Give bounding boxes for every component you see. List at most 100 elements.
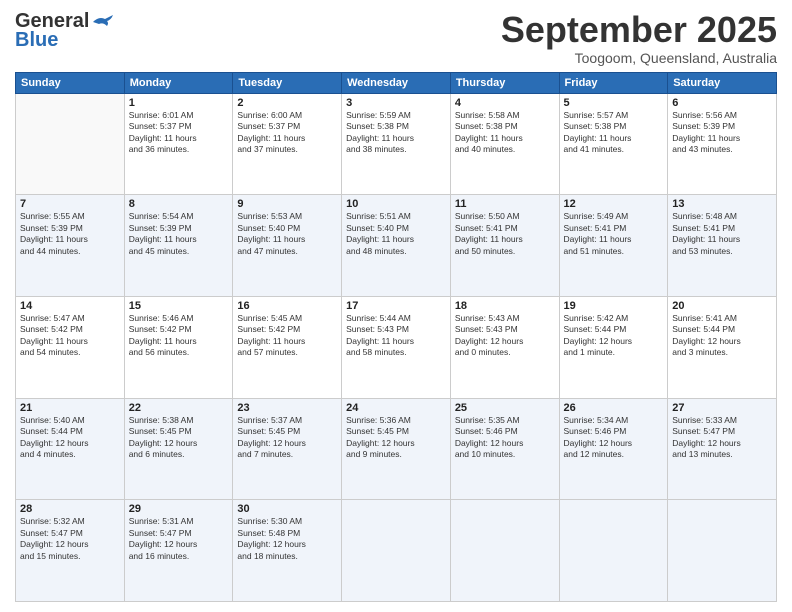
calendar-cell: 13Sunrise: 5:48 AMSunset: 5:41 PMDayligh…: [668, 195, 777, 297]
day-info: Sunrise: 5:58 AMSunset: 5:38 PMDaylight:…: [455, 110, 555, 156]
day-number: 18: [455, 300, 555, 312]
day-info: Sunrise: 5:32 AMSunset: 5:47 PMDaylight:…: [20, 516, 120, 562]
day-info: Sunrise: 5:59 AMSunset: 5:38 PMDaylight:…: [346, 110, 446, 156]
calendar-cell: 21Sunrise: 5:40 AMSunset: 5:44 PMDayligh…: [16, 398, 125, 500]
calendar-header-row: Sunday Monday Tuesday Wednesday Thursday…: [16, 72, 777, 93]
day-number: 22: [129, 402, 229, 414]
calendar-cell: [668, 500, 777, 602]
calendar-week-row: 7Sunrise: 5:55 AMSunset: 5:39 PMDaylight…: [16, 195, 777, 297]
month-title: September 2025: [501, 10, 777, 50]
day-info: Sunrise: 5:55 AMSunset: 5:39 PMDaylight:…: [20, 211, 120, 257]
calendar-week-row: 21Sunrise: 5:40 AMSunset: 5:44 PMDayligh…: [16, 398, 777, 500]
day-number: 1: [129, 97, 229, 109]
calendar-cell: 26Sunrise: 5:34 AMSunset: 5:46 PMDayligh…: [559, 398, 668, 500]
calendar-week-row: 14Sunrise: 5:47 AMSunset: 5:42 PMDayligh…: [16, 296, 777, 398]
calendar-cell: 20Sunrise: 5:41 AMSunset: 5:44 PMDayligh…: [668, 296, 777, 398]
calendar-cell: 8Sunrise: 5:54 AMSunset: 5:39 PMDaylight…: [124, 195, 233, 297]
day-number: 17: [346, 300, 446, 312]
calendar-cell: 1Sunrise: 6:01 AMSunset: 5:37 PMDaylight…: [124, 93, 233, 195]
day-number: 9: [237, 198, 337, 210]
day-info: Sunrise: 6:00 AMSunset: 5:37 PMDaylight:…: [237, 110, 337, 156]
day-info: Sunrise: 5:47 AMSunset: 5:42 PMDaylight:…: [20, 313, 120, 359]
calendar-cell: 3Sunrise: 5:59 AMSunset: 5:38 PMDaylight…: [342, 93, 451, 195]
day-number: 26: [564, 402, 664, 414]
day-number: 23: [237, 402, 337, 414]
day-info: Sunrise: 5:31 AMSunset: 5:47 PMDaylight:…: [129, 516, 229, 562]
day-info: Sunrise: 5:48 AMSunset: 5:41 PMDaylight:…: [672, 211, 772, 257]
calendar-cell: 17Sunrise: 5:44 AMSunset: 5:43 PMDayligh…: [342, 296, 451, 398]
day-number: 16: [237, 300, 337, 312]
day-number: 28: [20, 503, 120, 515]
header: General Blue September 2025 Toogoom, Que…: [15, 10, 777, 66]
calendar-cell: 6Sunrise: 5:56 AMSunset: 5:39 PMDaylight…: [668, 93, 777, 195]
day-info: Sunrise: 5:30 AMSunset: 5:48 PMDaylight:…: [237, 516, 337, 562]
col-saturday: Saturday: [668, 72, 777, 93]
day-info: Sunrise: 5:43 AMSunset: 5:43 PMDaylight:…: [455, 313, 555, 359]
day-number: 2: [237, 97, 337, 109]
col-monday: Monday: [124, 72, 233, 93]
calendar-cell: 19Sunrise: 5:42 AMSunset: 5:44 PMDayligh…: [559, 296, 668, 398]
calendar-cell: 14Sunrise: 5:47 AMSunset: 5:42 PMDayligh…: [16, 296, 125, 398]
day-number: 6: [672, 97, 772, 109]
calendar-cell: 7Sunrise: 5:55 AMSunset: 5:39 PMDaylight…: [16, 195, 125, 297]
day-number: 14: [20, 300, 120, 312]
day-number: 10: [346, 198, 446, 210]
day-info: Sunrise: 5:50 AMSunset: 5:41 PMDaylight:…: [455, 211, 555, 257]
day-info: Sunrise: 5:53 AMSunset: 5:40 PMDaylight:…: [237, 211, 337, 257]
calendar-cell: 23Sunrise: 5:37 AMSunset: 5:45 PMDayligh…: [233, 398, 342, 500]
calendar-cell: 30Sunrise: 5:30 AMSunset: 5:48 PMDayligh…: [233, 500, 342, 602]
calendar-cell: 15Sunrise: 5:46 AMSunset: 5:42 PMDayligh…: [124, 296, 233, 398]
calendar-cell: 12Sunrise: 5:49 AMSunset: 5:41 PMDayligh…: [559, 195, 668, 297]
day-number: 13: [672, 198, 772, 210]
day-info: Sunrise: 5:56 AMSunset: 5:39 PMDaylight:…: [672, 110, 772, 156]
calendar-cell: [342, 500, 451, 602]
calendar-week-row: 1Sunrise: 6:01 AMSunset: 5:37 PMDaylight…: [16, 93, 777, 195]
day-number: 30: [237, 503, 337, 515]
col-friday: Friday: [559, 72, 668, 93]
calendar-cell: [559, 500, 668, 602]
day-number: 21: [20, 402, 120, 414]
day-number: 15: [129, 300, 229, 312]
day-info: Sunrise: 5:35 AMSunset: 5:46 PMDaylight:…: [455, 415, 555, 461]
title-block: September 2025 Toogoom, Queensland, Aust…: [501, 10, 777, 66]
calendar-cell: 2Sunrise: 6:00 AMSunset: 5:37 PMDaylight…: [233, 93, 342, 195]
day-info: Sunrise: 5:41 AMSunset: 5:44 PMDaylight:…: [672, 313, 772, 359]
day-info: Sunrise: 5:44 AMSunset: 5:43 PMDaylight:…: [346, 313, 446, 359]
col-thursday: Thursday: [450, 72, 559, 93]
day-info: Sunrise: 5:51 AMSunset: 5:40 PMDaylight:…: [346, 211, 446, 257]
calendar-cell: 18Sunrise: 5:43 AMSunset: 5:43 PMDayligh…: [450, 296, 559, 398]
day-number: 29: [129, 503, 229, 515]
calendar-week-row: 28Sunrise: 5:32 AMSunset: 5:47 PMDayligh…: [16, 500, 777, 602]
page: General Blue September 2025 Toogoom, Que…: [0, 0, 792, 612]
day-number: 11: [455, 198, 555, 210]
calendar-table: Sunday Monday Tuesday Wednesday Thursday…: [15, 72, 777, 602]
day-info: Sunrise: 5:38 AMSunset: 5:45 PMDaylight:…: [129, 415, 229, 461]
day-info: Sunrise: 5:34 AMSunset: 5:46 PMDaylight:…: [564, 415, 664, 461]
day-info: Sunrise: 5:54 AMSunset: 5:39 PMDaylight:…: [129, 211, 229, 257]
logo-bird-icon: [91, 14, 113, 30]
calendar-cell: 24Sunrise: 5:36 AMSunset: 5:45 PMDayligh…: [342, 398, 451, 500]
day-number: 7: [20, 198, 120, 210]
day-info: Sunrise: 6:01 AMSunset: 5:37 PMDaylight:…: [129, 110, 229, 156]
calendar-cell: 25Sunrise: 5:35 AMSunset: 5:46 PMDayligh…: [450, 398, 559, 500]
day-number: 5: [564, 97, 664, 109]
calendar-cell: 4Sunrise: 5:58 AMSunset: 5:38 PMDaylight…: [450, 93, 559, 195]
calendar-cell: 28Sunrise: 5:32 AMSunset: 5:47 PMDayligh…: [16, 500, 125, 602]
day-info: Sunrise: 5:46 AMSunset: 5:42 PMDaylight:…: [129, 313, 229, 359]
day-info: Sunrise: 5:57 AMSunset: 5:38 PMDaylight:…: [564, 110, 664, 156]
day-info: Sunrise: 5:33 AMSunset: 5:47 PMDaylight:…: [672, 415, 772, 461]
day-number: 19: [564, 300, 664, 312]
calendar-cell: 29Sunrise: 5:31 AMSunset: 5:47 PMDayligh…: [124, 500, 233, 602]
calendar-cell: 9Sunrise: 5:53 AMSunset: 5:40 PMDaylight…: [233, 195, 342, 297]
day-info: Sunrise: 5:45 AMSunset: 5:42 PMDaylight:…: [237, 313, 337, 359]
day-number: 8: [129, 198, 229, 210]
calendar-cell: [450, 500, 559, 602]
col-wednesday: Wednesday: [342, 72, 451, 93]
day-number: 3: [346, 97, 446, 109]
col-tuesday: Tuesday: [233, 72, 342, 93]
calendar-cell: 27Sunrise: 5:33 AMSunset: 5:47 PMDayligh…: [668, 398, 777, 500]
day-number: 27: [672, 402, 772, 414]
day-info: Sunrise: 5:37 AMSunset: 5:45 PMDaylight:…: [237, 415, 337, 461]
day-info: Sunrise: 5:40 AMSunset: 5:44 PMDaylight:…: [20, 415, 120, 461]
col-sunday: Sunday: [16, 72, 125, 93]
